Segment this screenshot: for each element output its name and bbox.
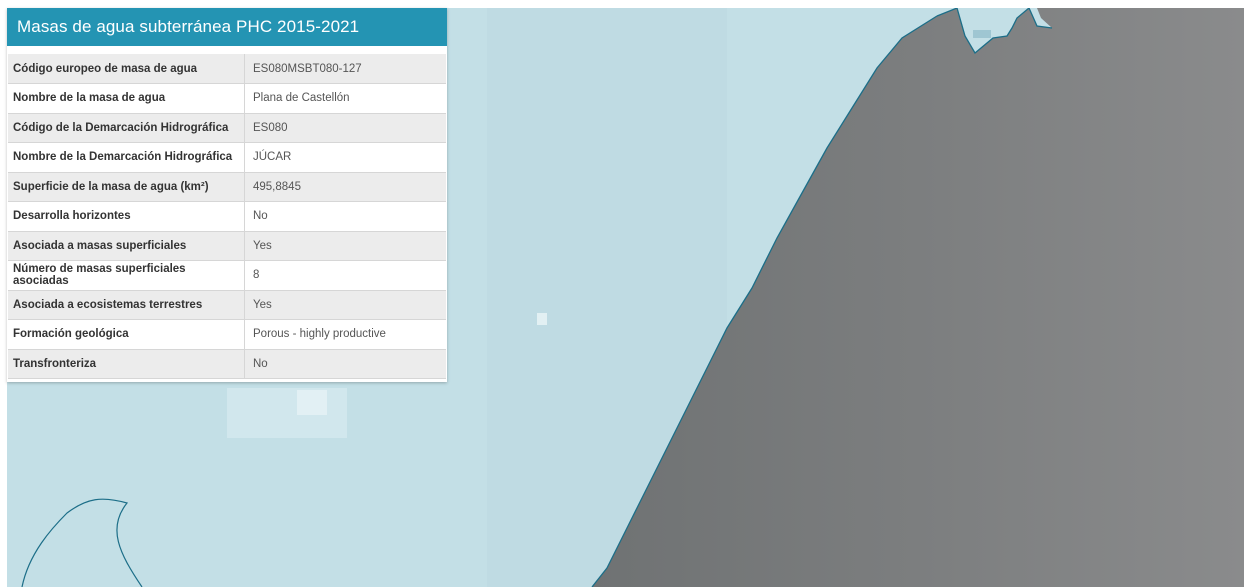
attribute-value: No bbox=[253, 210, 268, 223]
attribute-value: Yes bbox=[253, 239, 272, 252]
attribute-value: No bbox=[253, 357, 268, 370]
table-row: Nombre de la masa de agua Plana de Castel… bbox=[8, 83, 446, 113]
attribute-name: Nombre de la masa de agua bbox=[8, 83, 245, 113]
attribute-name: Asociada a ecosistemas terrestres bbox=[8, 290, 245, 320]
table-row: Número de masas superficiales asociadas 8 bbox=[8, 260, 446, 290]
land-patch bbox=[297, 390, 327, 415]
table-row: Desarrolla horizontes No bbox=[8, 201, 446, 231]
attribute-name: Desarrolla horizontes bbox=[8, 201, 245, 231]
attribute-value: 495,8845 bbox=[253, 180, 301, 193]
attribute-value: ES080MSBT080-127 bbox=[253, 62, 362, 75]
table-row: Transfronteriza No bbox=[8, 349, 446, 379]
attribute-value: Yes bbox=[253, 298, 272, 311]
attribute-value: Porous - highly productive bbox=[253, 328, 386, 341]
land-patch bbox=[227, 388, 347, 438]
table-row: Superficie de la masa de agua (km²) 495,8… bbox=[8, 172, 446, 202]
panel-title: Masas de agua subterránea PHC 2015-2021 bbox=[7, 8, 447, 46]
attribute-table: Código europeo de masa de agua ES080MSBT0… bbox=[8, 54, 446, 379]
attribute-name: Asociada a masas superficiales bbox=[8, 231, 245, 261]
attribute-name: Código europeo de masa de agua bbox=[8, 54, 245, 84]
attribute-name: Transfronteriza bbox=[8, 349, 245, 379]
land-patch bbox=[537, 313, 547, 325]
attribute-value: 8 bbox=[253, 269, 260, 282]
table-row: Nombre de la Demarcación Hidrográfica JÚC… bbox=[8, 142, 446, 172]
table-row: Formación geológica Porous - highly produ… bbox=[8, 319, 446, 349]
attribute-name: Superficie de la masa de agua (km²) bbox=[8, 172, 245, 202]
attribute-name: Formación geológica bbox=[8, 319, 245, 349]
table-row: Código europeo de masa de agua ES080MSBT0… bbox=[8, 54, 446, 84]
info-panel: Masas de agua subterránea PHC 2015-2021 … bbox=[7, 8, 447, 382]
table-row: Código de la Demarcación Hidrográfica ES0… bbox=[8, 113, 446, 143]
attribute-value: ES080 bbox=[253, 121, 288, 134]
attribute-name: Nombre de la Demarcación Hidrográfica bbox=[8, 142, 245, 172]
table-row: Asociada a masas superficiales Yes bbox=[8, 231, 446, 261]
attribute-name: Código de la Demarcación Hidrográfica bbox=[8, 113, 245, 143]
attribute-name: Número de masas superficiales asociadas bbox=[8, 260, 245, 290]
attribute-value: Plana de Castellón bbox=[253, 92, 350, 105]
table-row: Asociada a ecosistemas terrestres Yes bbox=[8, 290, 446, 320]
attribute-value: JÚCAR bbox=[253, 151, 292, 164]
